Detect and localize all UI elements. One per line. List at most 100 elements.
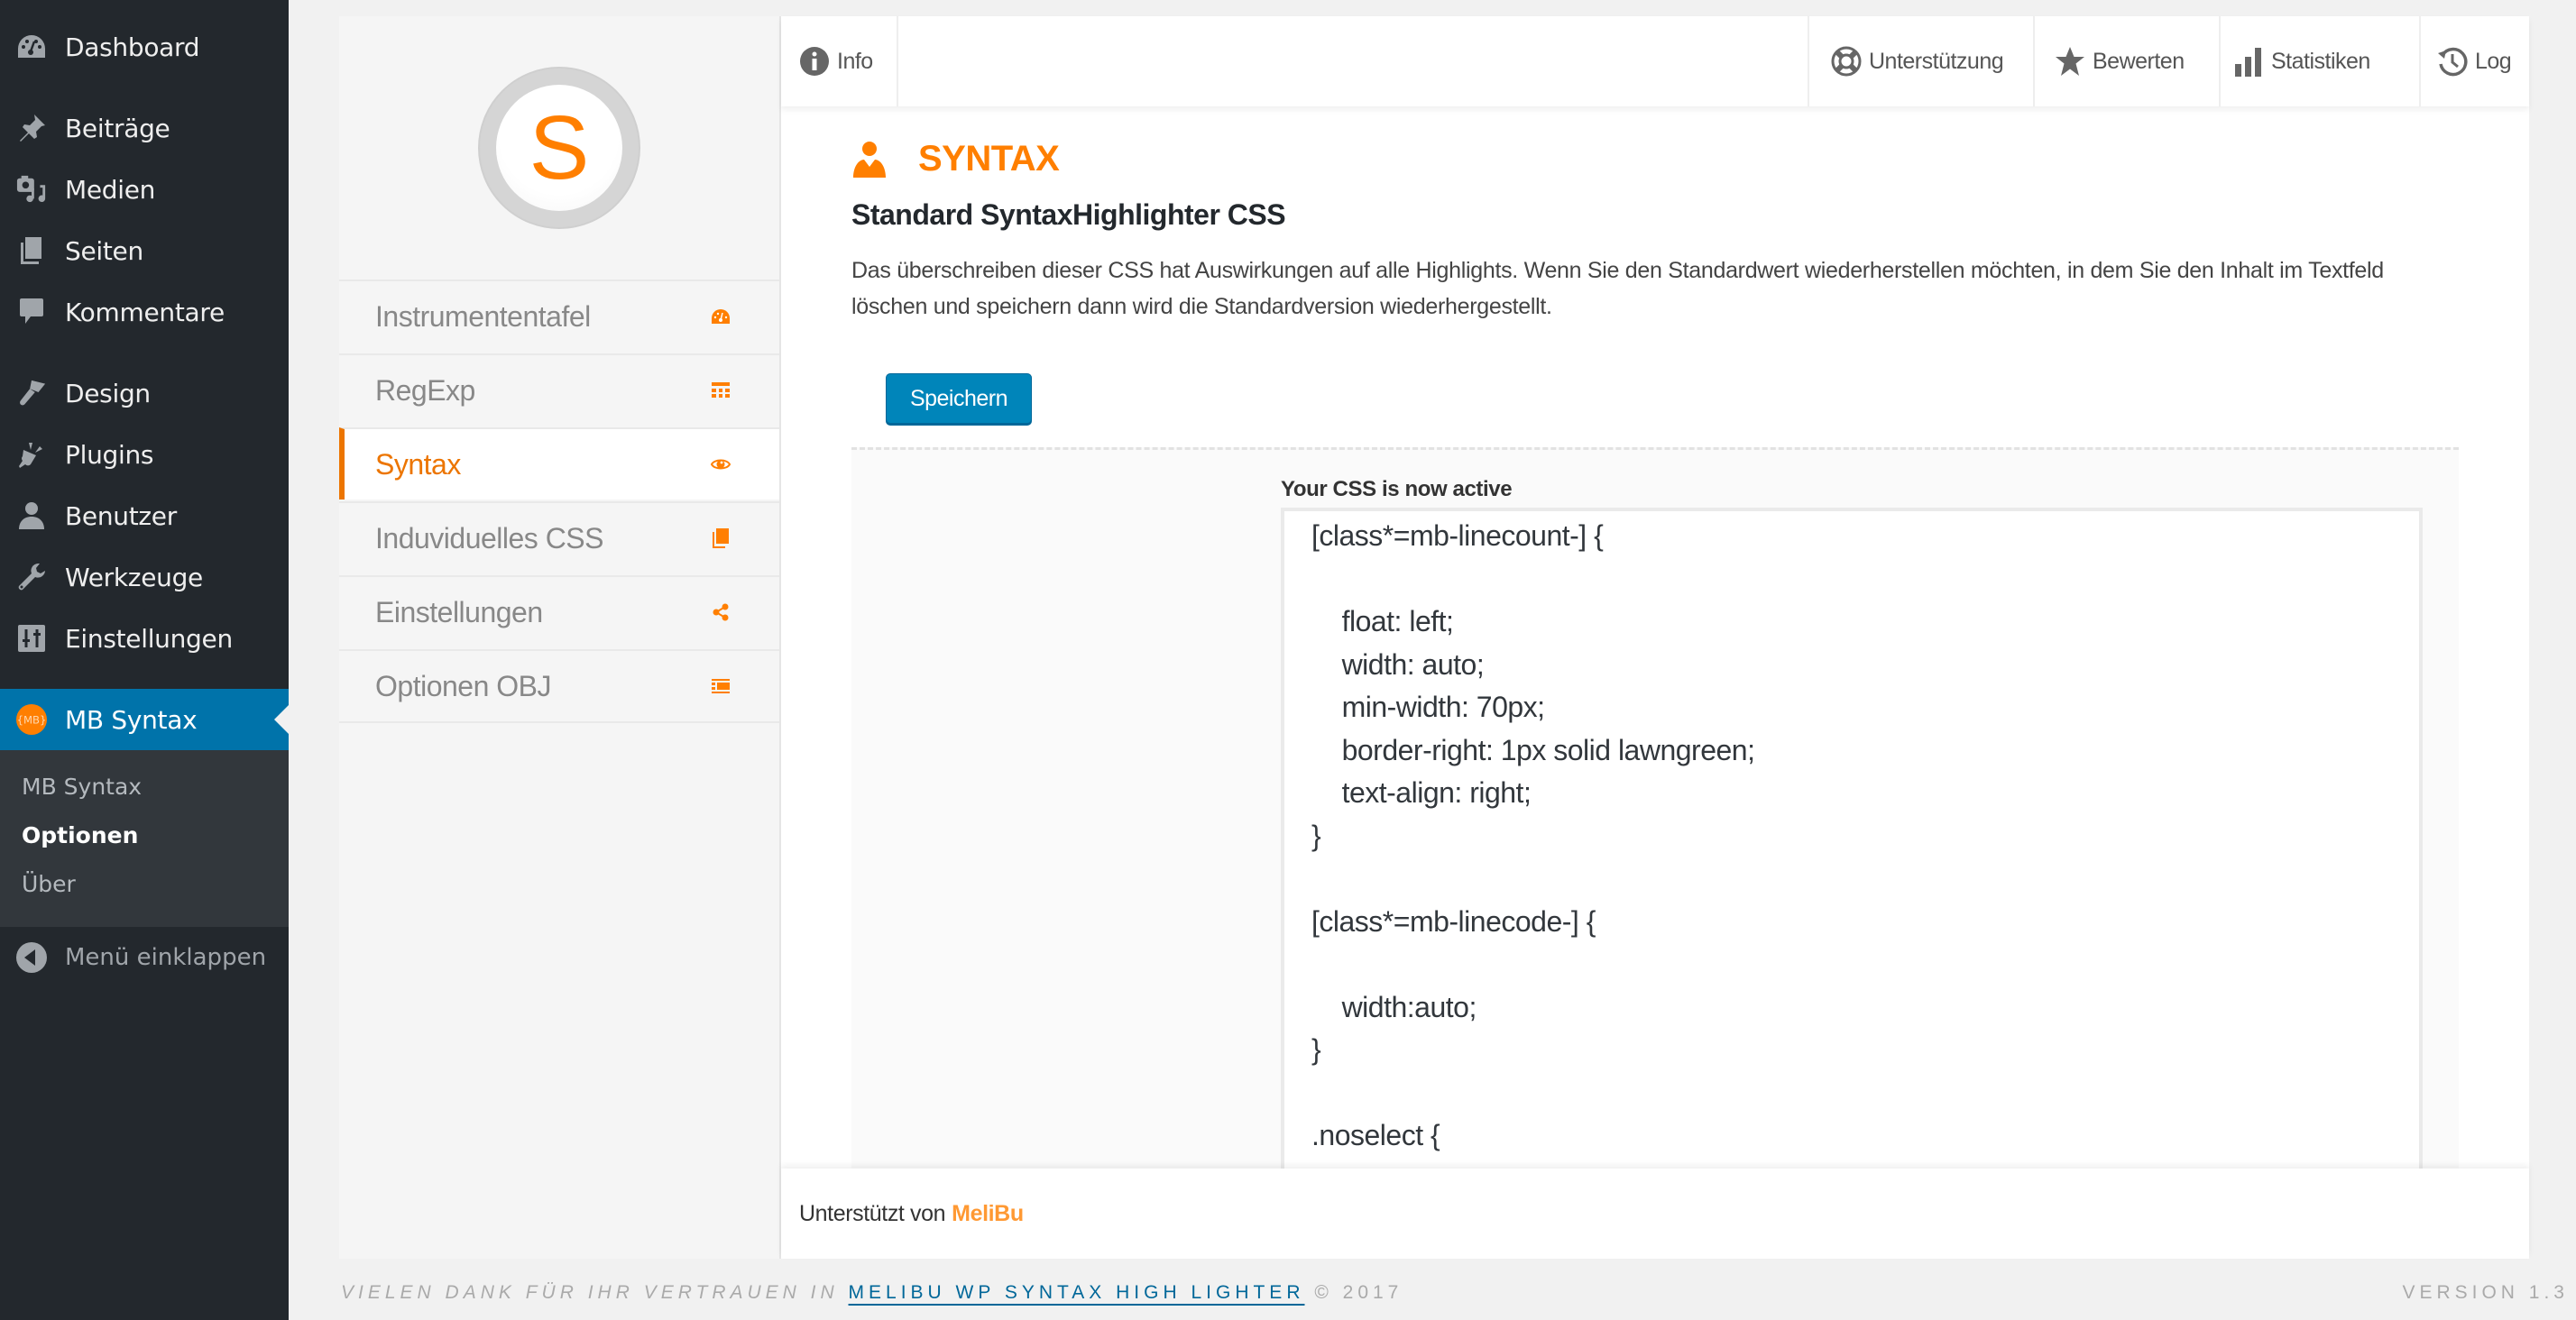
submenu-item-mb-syntax[interactable]: MB Syntax — [22, 774, 142, 800]
statistics-button[interactable]: Statistiken — [2219, 16, 2419, 106]
plugin-toolbar: Info Unterstützung Bewerten Statistiken — [781, 16, 2529, 106]
plugin-nav-einstellungen[interactable]: Einstellungen — [339, 575, 779, 647]
footer-thanks: VIELEN DANK FÜR IHR VERTRAUEN IN — [341, 1282, 839, 1303]
log-label: Log — [2475, 48, 2512, 74]
brush-icon — [16, 378, 47, 408]
menu-item-settings[interactable]: Einstellungen — [0, 611, 289, 665]
plugin-nav-individuelles-css[interactable]: Induviduelles CSS — [339, 501, 779, 573]
menu-item-mb-syntax[interactable]: {MB} MB Syntax — [0, 689, 289, 750]
info-button[interactable]: Info — [781, 16, 898, 106]
syntax-section: SYNTAX Standard SyntaxHighlighter CSS Da… — [781, 106, 2529, 1169]
collapse-arrow-icon — [16, 942, 47, 973]
plugin-logo-letter: S — [496, 85, 622, 211]
menu-label: Medien — [65, 174, 156, 205]
menu-label: MB Syntax — [65, 704, 198, 735]
list-icon — [711, 676, 731, 696]
nav-label: Instrumententafel — [375, 299, 591, 333]
submenu-item-optionen[interactable]: Optionen — [22, 822, 138, 848]
menu-label: Plugins — [65, 439, 154, 470]
section-subtitle: Standard SyntaxHighlighter CSS — [851, 198, 1286, 231]
menu-item-tools[interactable]: Werkzeuge — [0, 550, 289, 604]
plug-icon — [16, 439, 47, 470]
nav-label: RegExp — [375, 373, 475, 407]
version-label: VERSION 1.3 — [2402, 1282, 2569, 1303]
dashboard-icon — [16, 32, 47, 62]
plugin-nav-instrumententafel[interactable]: Instrumententafel — [339, 280, 779, 352]
menu-item-dashboard[interactable]: Dashboard — [0, 20, 289, 74]
panel-footer: Unterstützt von MeliBu — [781, 1169, 2529, 1259]
comment-icon — [16, 297, 47, 327]
wrench-icon — [16, 562, 47, 592]
menu-item-plugins[interactable]: Plugins — [0, 427, 289, 481]
menu-label: Werkzeuge — [65, 562, 203, 592]
star-icon — [2055, 46, 2085, 77]
menu-item-posts[interactable]: Beiträge — [0, 101, 289, 155]
css-textarea[interactable]: [class*=mb-linecount-] { float: left; wi… — [1281, 508, 2423, 1169]
share-icon — [711, 602, 731, 622]
save-button[interactable]: Speichern — [886, 373, 1032, 424]
page-footer: VIELEN DANK FÜR IHR VERTRAUEN IN MELIBU … — [341, 1282, 1403, 1304]
nav-divider — [339, 721, 779, 723]
css-editor-area: Your CSS is now active [class*=mb-lineco… — [851, 447, 2459, 1169]
menu-label: Einstellungen — [65, 623, 233, 654]
user-icon — [16, 500, 47, 531]
sliders-icon — [16, 623, 47, 654]
statistics-label: Statistiken — [2271, 48, 2370, 74]
table-icon — [711, 380, 731, 400]
copy-icon — [711, 528, 731, 548]
menu-label: Kommentare — [65, 297, 225, 327]
plugin-panel: S Instrumententafel RegExp Syntax Induvi… — [339, 16, 2529, 1259]
plugin-nav-regexp[interactable]: RegExp — [339, 353, 779, 426]
menu-label: Beiträge — [65, 113, 170, 143]
nav-label: Induviduelles CSS — [375, 521, 603, 555]
log-button[interactable]: Log — [2419, 16, 2529, 106]
collapse-menu-button[interactable]: Menü einklappen — [0, 932, 289, 983]
info-icon — [799, 46, 830, 77]
nav-label: Syntax — [375, 447, 461, 481]
media-icon — [16, 174, 47, 205]
plugin-logo: S — [478, 67, 640, 229]
footer-copyright: © 2017 — [1314, 1282, 1403, 1303]
menu-label: Dashboard — [65, 32, 200, 62]
css-status-label: Your CSS is now active — [1281, 477, 1513, 501]
plugin-nav: S Instrumententafel RegExp Syntax Induvi… — [339, 16, 781, 1259]
history-icon — [2437, 46, 2468, 77]
mb-logo-icon: {MB} — [16, 704, 47, 735]
menu-label: Benutzer — [65, 500, 177, 531]
menu-item-comments[interactable]: Kommentare — [0, 285, 289, 339]
svg-text:{MB}: {MB} — [17, 713, 47, 726]
info-label: Info — [837, 48, 873, 74]
user-icon — [851, 140, 888, 179]
footer-prefix: Unterstützt von — [799, 1200, 946, 1226]
pages-icon — [16, 235, 47, 266]
rate-button[interactable]: Bewerten — [2033, 16, 2219, 106]
collapse-label: Menü einklappen — [65, 944, 267, 971]
support-button[interactable]: Unterstützung — [1808, 16, 2033, 106]
section-title-text: SYNTAX — [918, 139, 1060, 179]
section-title: SYNTAX — [851, 139, 1060, 179]
rate-label: Bewerten — [2093, 48, 2185, 74]
pin-icon — [16, 113, 47, 143]
menu-label: Seiten — [65, 235, 143, 266]
plugin-nav-optionen-obj[interactable]: Optionen OBJ — [339, 649, 779, 721]
plugin-nav-syntax[interactable]: Syntax — [339, 427, 779, 500]
dashboard-icon — [711, 307, 731, 326]
menu-label: Design — [65, 378, 151, 408]
menu-item-media[interactable]: Medien — [0, 162, 289, 216]
nav-label: Optionen OBJ — [375, 669, 552, 702]
eye-icon — [711, 454, 731, 474]
footer-plugin-link[interactable]: MELIBU WP SYNTAX HIGH LIGHTER — [849, 1282, 1305, 1303]
main-content: Info Unterstützung Bewerten Statistiken — [781, 16, 2529, 1259]
nav-label: Einstellungen — [375, 595, 543, 628]
menu-item-design[interactable]: Design — [0, 366, 289, 420]
lifebuoy-icon — [1831, 46, 1862, 77]
submenu-item-ueber[interactable]: Über — [22, 871, 76, 897]
menu-item-users[interactable]: Benutzer — [0, 489, 289, 543]
support-label: Unterstützung — [1869, 48, 2004, 74]
menu-item-pages[interactable]: Seiten — [0, 224, 289, 278]
bar-chart-icon — [2233, 46, 2264, 77]
footer-brand: MeliBu — [952, 1200, 1024, 1226]
section-description: Das überschreiben dieser CSS hat Auswirk… — [851, 258, 2384, 319]
admin-sidebar: Dashboard Beiträge Medien Seiten Komment… — [0, 0, 289, 1320]
submenu: MB Syntax Optionen Über — [0, 750, 289, 927]
